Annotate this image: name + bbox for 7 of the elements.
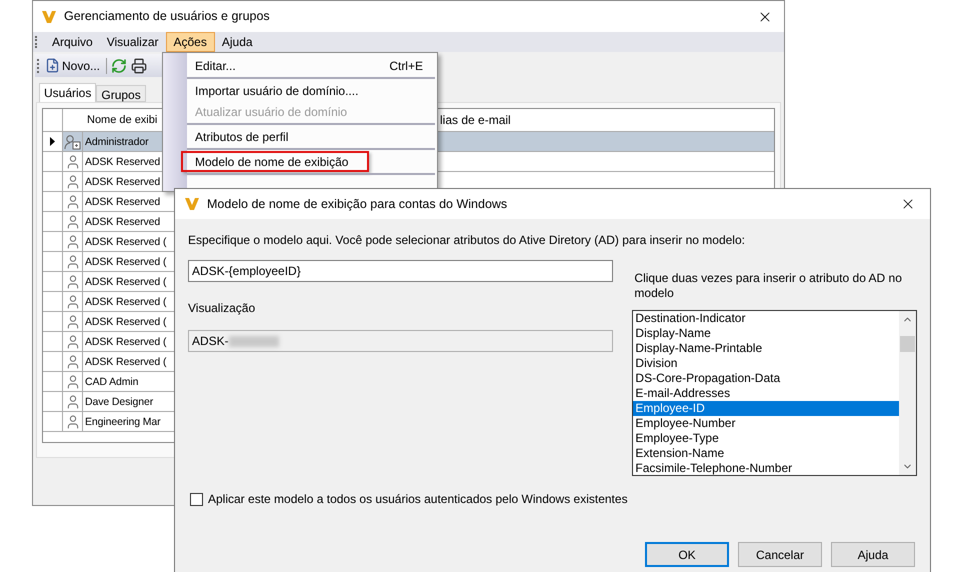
dialog-title: Modelo de nome de exibição para contas do Windows — [207, 196, 508, 213]
instruction-text: Especifique o modelo aqui. Você pode selecionar atributos do Ative Diretory (AD) para inserir no modelo: — [188, 232, 746, 248]
window-title: Gerenciamento de usuários e grupos — [64, 8, 270, 26]
list-hint: Clique duas vezes para inserir o atributo do AD no modelo — [633, 271, 903, 301]
preview-label: Visualização — [188, 300, 256, 316]
preview-value: ADSK- — [192, 333, 229, 350]
apply-all-label: Aplicar este modelo a todos os usuários autenticados pelo Windows existentes — [208, 491, 628, 507]
